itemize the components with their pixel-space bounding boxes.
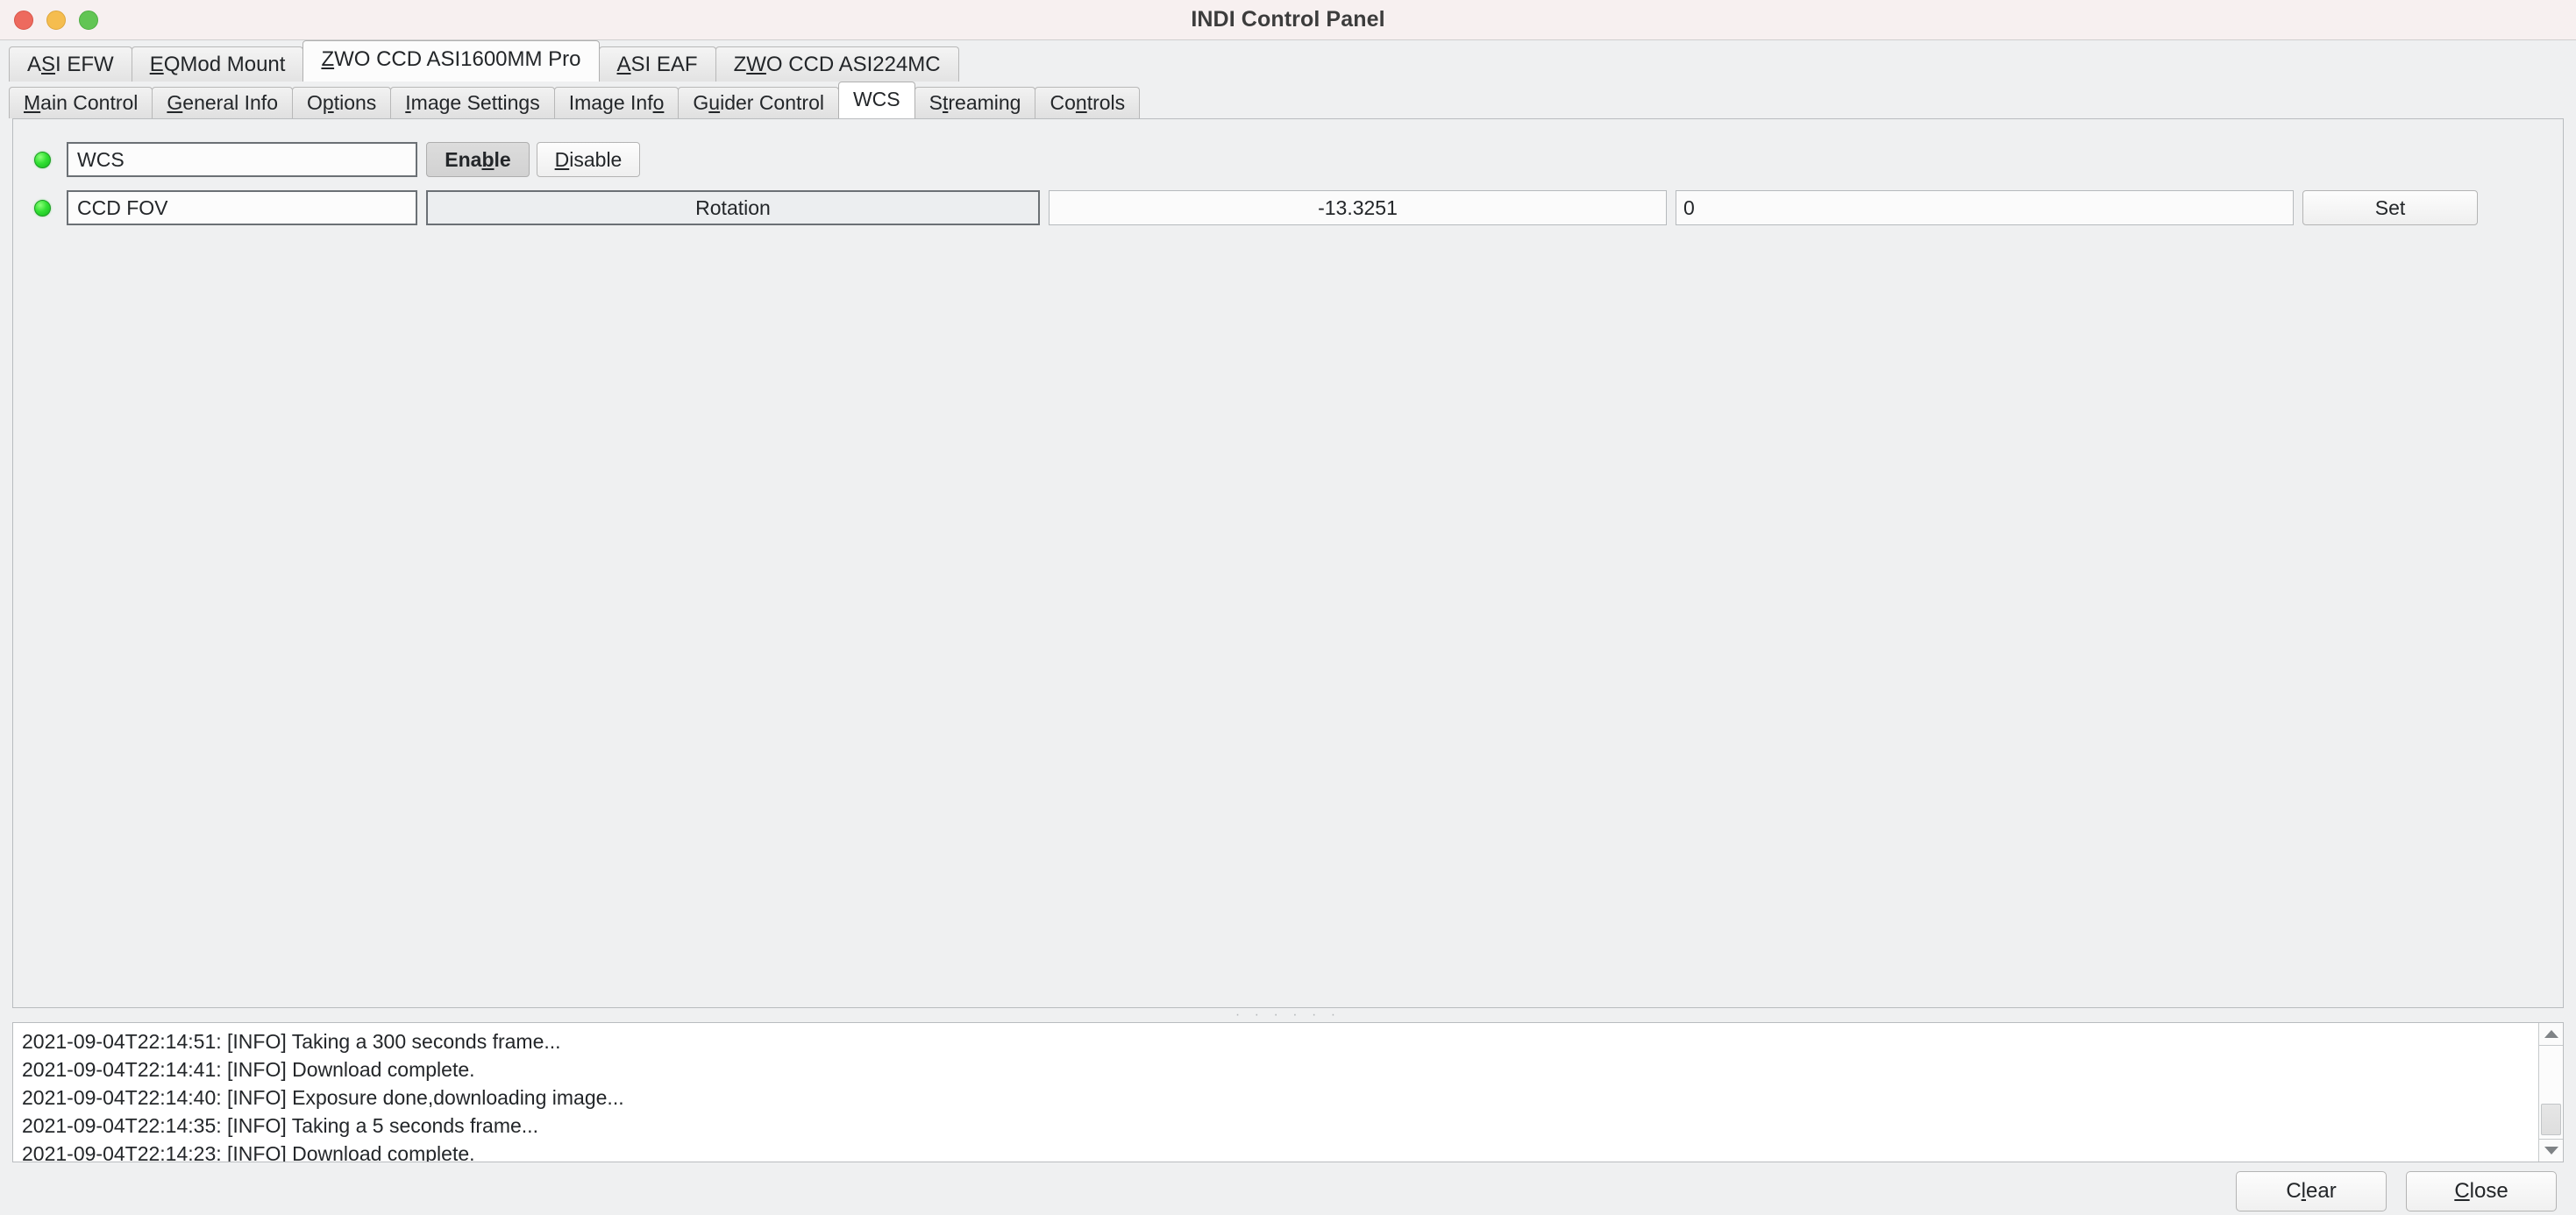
enable-button[interactable]: Enable [426, 142, 530, 177]
scroll-down-arrow-icon [2544, 1147, 2558, 1155]
log-line: 2021-09-04T22:14:40: [INFO] Exposure don… [22, 1086, 624, 1109]
set-button[interactable]: Set [2302, 190, 2478, 225]
device-tab-label: ZWO CCD ASI224MC [733, 52, 941, 76]
log-line: 2021-09-04T22:14:35: [INFO] Taking a 5 s… [22, 1114, 538, 1137]
device-tab-zwo-ccd-asi224mc[interactable]: ZWO CCD ASI224MC [715, 46, 959, 82]
tab-main-control[interactable]: Main Control [9, 87, 153, 118]
device-tab-label: EQMod Mount [149, 52, 286, 76]
status-led-wcs [34, 151, 51, 168]
device-tab-zwo-ccd-asi1600mm-pro[interactable]: ZWO CCD ASI1600MM Pro [302, 40, 600, 82]
tab-label: Options [307, 91, 377, 114]
device-tab-asi-efw[interactable]: ASI EFW [9, 46, 132, 82]
tab-label: Image Info [568, 91, 665, 114]
tab-streaming[interactable]: Streaming [914, 87, 1036, 118]
panel-log-splitter[interactable]: · · · · · · [0, 1008, 2576, 1022]
wcs-panel: WCS Enable Disable CCD FOV Rotation -13.… [12, 118, 2564, 1008]
tab-label: Controls [1050, 91, 1126, 114]
property-row-ccd-fov: CCD FOV Rotation -13.3251 0 Set [34, 190, 2542, 225]
log-message-list[interactable]: 2021-09-04T22:14:51: [INFO] Taking a 300… [13, 1023, 2538, 1162]
tab-general-info[interactable]: General Info [152, 87, 293, 118]
property-label-wcs: WCS [67, 142, 417, 177]
disable-button-label: Disable [554, 147, 623, 171]
close-button-label: Close [2454, 1179, 2508, 1203]
tab-label: Image Settings [405, 91, 540, 114]
minimize-window-button[interactable] [46, 10, 66, 30]
tab-label: Guider Control [693, 91, 824, 114]
log-line: 2021-09-04T22:14:41: [INFO] Download com… [22, 1058, 475, 1081]
set-button-label: Set [2374, 195, 2406, 219]
tab-controls[interactable]: Controls [1035, 87, 1141, 118]
close-window-button[interactable] [14, 10, 33, 30]
device-tab-label: ZWO CCD ASI1600MM Pro [321, 47, 581, 71]
tab-wcs[interactable]: WCS [837, 82, 915, 118]
log-panel: 2021-09-04T22:14:51: [INFO] Taking a 300… [12, 1022, 2564, 1162]
clear-button-label: Clear [2286, 1179, 2337, 1203]
panel-container: WCS Enable Disable CCD FOV Rotation -13.… [0, 118, 2576, 1008]
tab-label: Main Control [24, 91, 139, 114]
scroll-up-arrow-icon [2544, 1030, 2558, 1038]
tab-label: General Info [167, 91, 278, 114]
tab-label: Streaming [929, 91, 1021, 114]
property-label-ccd-fov-text: CCD FOV [77, 195, 168, 219]
disable-button[interactable]: Disable [537, 142, 640, 177]
log-line: 2021-09-04T22:14:23: [INFO] Download com… [22, 1142, 475, 1162]
tab-guider-control[interactable]: Guider Control [678, 87, 839, 118]
status-led-ccd-fov [34, 199, 51, 217]
rotation-input[interactable]: 0 [1676, 190, 2294, 225]
tab-options[interactable]: Options [292, 87, 392, 118]
device-tab-asi-eaf[interactable]: ASI EAF [598, 46, 716, 82]
rotation-label: Rotation [426, 190, 1040, 225]
property-label-wcs-text: WCS [77, 147, 125, 171]
tab-label: WCS [852, 87, 900, 110]
rotation-current-value-text: -13.3251 [1318, 195, 1398, 219]
log-container: 2021-09-04T22:14:51: [INFO] Taking a 300… [0, 1022, 2576, 1162]
property-row-wcs: WCS Enable Disable [34, 142, 2542, 177]
scroll-down-button[interactable] [2539, 1139, 2563, 1162]
device-tab-eqmod-mount[interactable]: EQMod Mount [131, 46, 304, 82]
log-scrollbar[interactable] [2538, 1023, 2563, 1162]
device-tab-label: ASI EAF [616, 52, 698, 76]
scrollbar-thumb[interactable] [2541, 1104, 2561, 1135]
tab-image-info[interactable]: Image Info [553, 87, 680, 118]
close-button[interactable]: Close [2406, 1171, 2557, 1211]
tab-image-settings[interactable]: Image Settings [390, 87, 555, 118]
window-title: INDI Control Panel [1191, 7, 1385, 32]
enable-button-label: Enable [445, 147, 511, 171]
splitter-grip-icon: · · · · · · [1235, 1007, 1341, 1022]
window-controls [14, 10, 98, 30]
window-titlebar: INDI Control Panel [0, 0, 2576, 40]
log-line: 2021-09-04T22:14:51: [INFO] Taking a 300… [22, 1030, 561, 1053]
scroll-up-button[interactable] [2539, 1023, 2563, 1046]
rotation-label-text: Rotation [695, 195, 771, 219]
rotation-input-text: 0 [1683, 195, 1695, 219]
rotation-current-value: -13.3251 [1049, 190, 1667, 225]
property-tab-bar: Main Control General Info Options Image Set… [0, 82, 2576, 118]
footer-bar: Clear Close [0, 1162, 2576, 1215]
device-tab-label: ASI EFW [27, 52, 114, 76]
device-tab-bar: ASI EFW EQMod Mount ZWO CCD ASI1600MM Pro A… [0, 40, 2576, 82]
maximize-window-button[interactable] [79, 10, 98, 30]
property-label-ccd-fov: CCD FOV [67, 190, 417, 225]
clear-button[interactable]: Clear [2236, 1171, 2387, 1211]
